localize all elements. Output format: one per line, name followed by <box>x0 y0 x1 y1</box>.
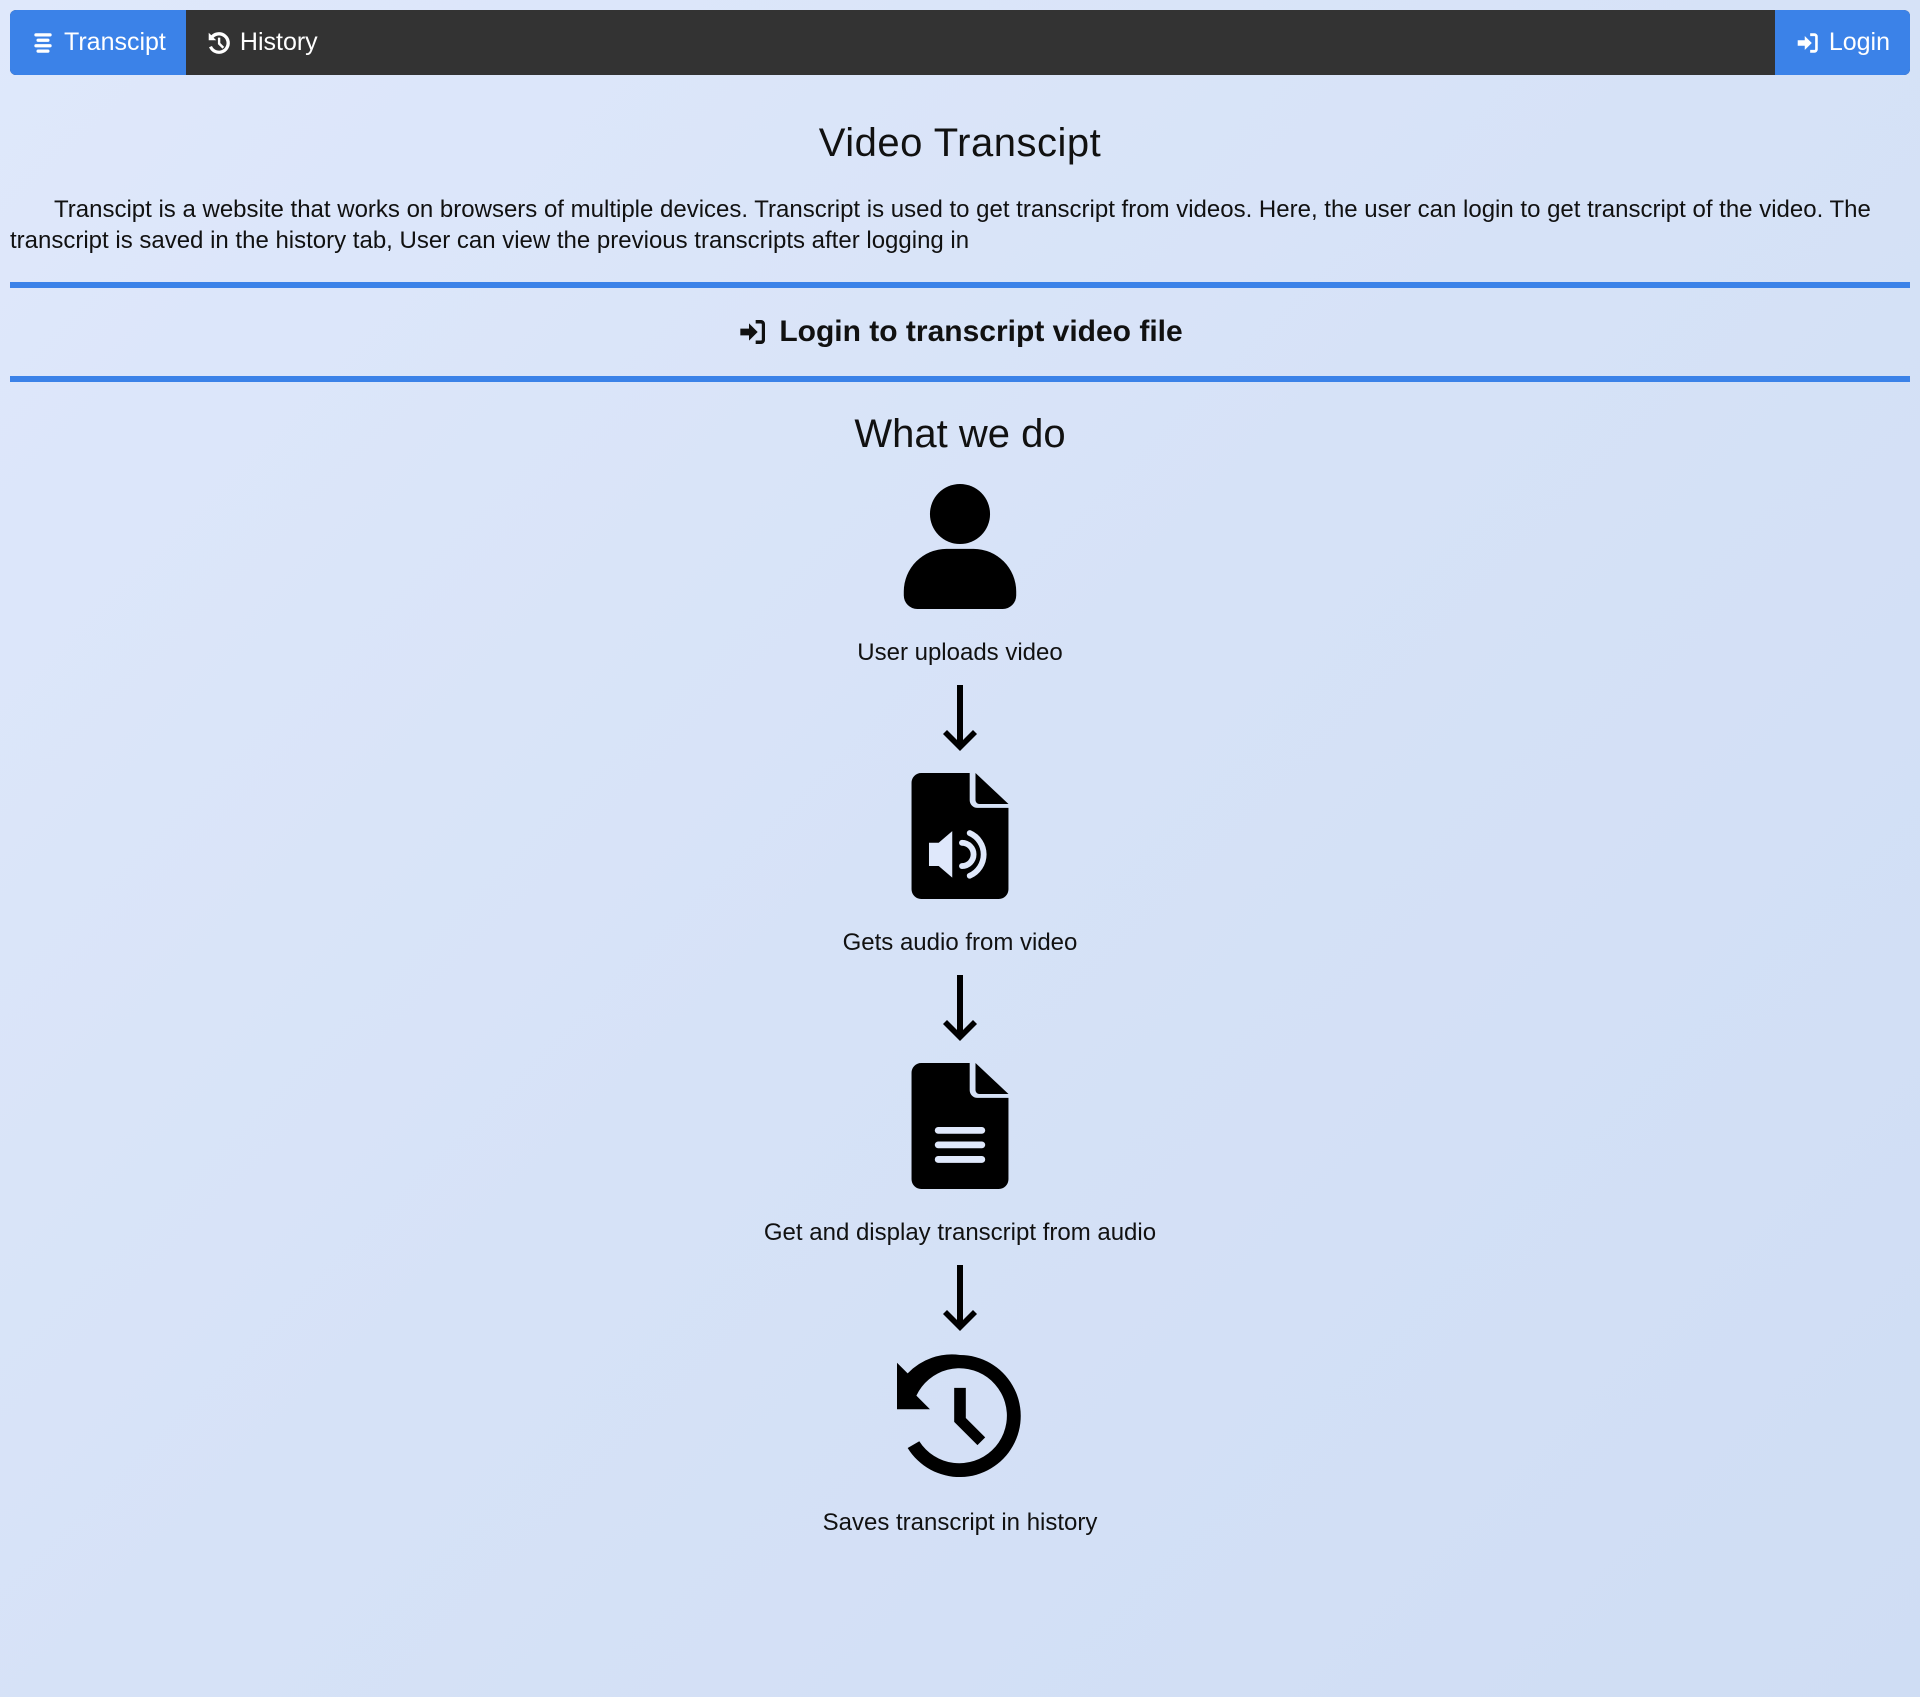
nav-brand-transcipt[interactable]: Transcipt <box>10 10 186 75</box>
nav-history-label: History <box>239 28 318 56</box>
arrow-down-icon <box>940 1265 980 1337</box>
file-audio-icon <box>897 773 1023 899</box>
nav-login-label: Login <box>1828 28 1890 56</box>
step-upload: User uploads video <box>857 483 1063 667</box>
history-icon <box>897 1353 1023 1479</box>
step-extract-audio: Gets audio from video <box>842 773 1078 957</box>
history-icon <box>208 31 230 54</box>
step-transcribe: Get and display transcript from audio <box>764 1063 1156 1247</box>
sign-in-icon <box>1797 32 1818 53</box>
sign-in-icon <box>740 320 766 344</box>
login-banner-link[interactable]: Login to transcript video file <box>10 282 1910 382</box>
step-save-history: Saves transcript in history <box>822 1353 1098 1537</box>
nav-login[interactable]: Login <box>1774 10 1910 75</box>
step-label: Saves transcript in history <box>822 1509 1098 1536</box>
top-navbar: Transcipt History Login <box>10 10 1910 75</box>
arrow-down-icon <box>940 975 980 1047</box>
file-lines-icon <box>897 1063 1023 1189</box>
step-label: Gets audio from video <box>842 929 1078 956</box>
nav-brand-label: Transcipt <box>64 28 166 56</box>
align-center-icon <box>34 32 52 53</box>
section-title-what-we-do: What we do <box>854 412 1066 456</box>
steps-list: User uploads video Gets audio from video <box>10 483 1910 1537</box>
nav-history[interactable]: History <box>186 10 338 75</box>
user-icon <box>897 483 1023 609</box>
step-label: Get and display transcript from audio <box>763 1219 1157 1246</box>
page-title: Video Transcipt <box>818 121 1102 165</box>
arrow-down-icon <box>940 685 980 757</box>
intro-paragraph: Transcipt is a website that works on bro… <box>10 196 1871 254</box>
step-label: User uploads video <box>857 639 1063 666</box>
login-banner-label: Login to transcript video file <box>779 315 1183 348</box>
